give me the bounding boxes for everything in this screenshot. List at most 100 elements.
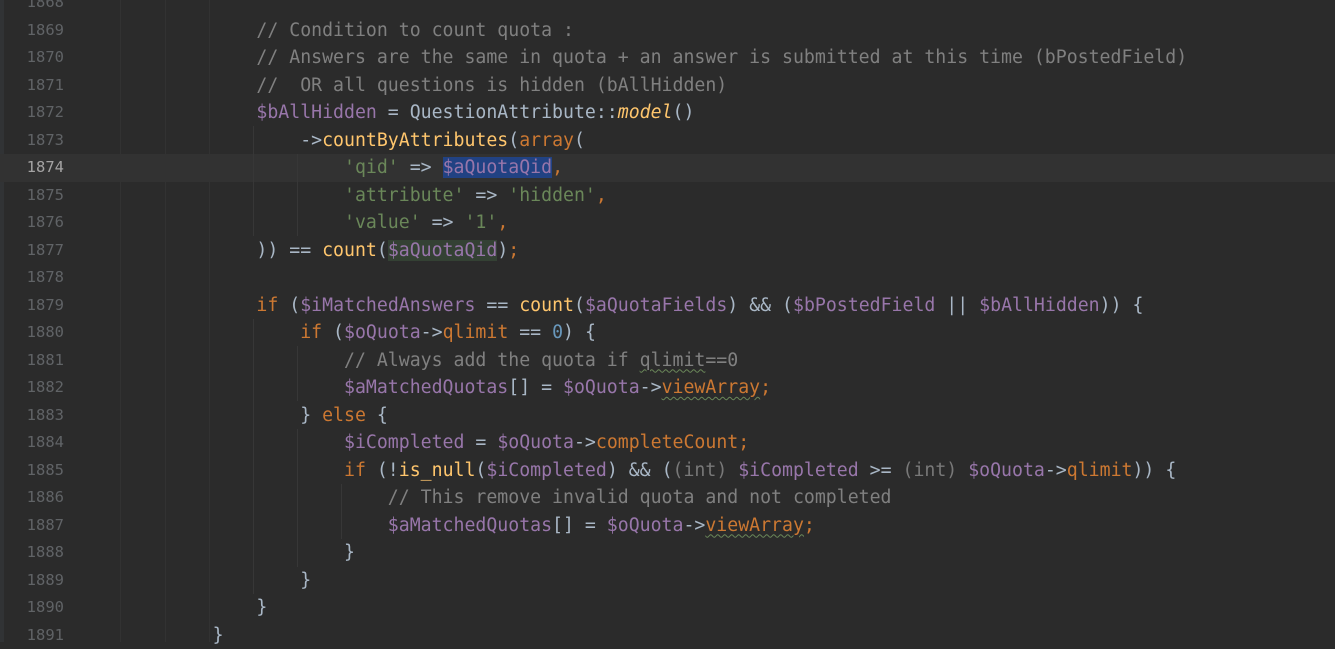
code-line[interactable]: 1876 'value' => '1',: [0, 209, 1335, 237]
line-number[interactable]: 1888: [0, 539, 64, 567]
code-token: $iMatchedAnswers: [300, 295, 475, 316]
code-token: ,: [497, 212, 508, 233]
line-number[interactable]: 1868: [0, 0, 64, 17]
code-line[interactable]: 1874 'qid' => $aQuotaQid,: [0, 154, 1335, 182]
code-token: [] =: [552, 515, 607, 536]
line-code: $aMatchedQuotas[] = $oQuota->viewArray;: [125, 374, 771, 402]
code-line[interactable]: 1875 'attribute' => 'hidden',: [0, 182, 1335, 210]
code-line[interactable]: 1868: [0, 0, 1335, 17]
code-token: completeCount: [596, 432, 738, 453]
code-token: // Condition to count quota :: [256, 20, 574, 41]
code-token: if: [344, 460, 366, 481]
code-line[interactable]: 1885 if (!is_null($iCompleted) && ((int)…: [0, 457, 1335, 485]
code-line[interactable]: 1870 // Answers are the same in quota + …: [0, 44, 1335, 72]
code-line[interactable]: 1869 // Condition to count quota :: [0, 17, 1335, 45]
code-token: (: [508, 130, 519, 151]
code-token: )) {: [1100, 295, 1144, 316]
code-token: countByAttributes: [322, 130, 508, 151]
line-number[interactable]: 1875: [0, 182, 64, 210]
code-line[interactable]: 1879 if ($iMatchedAnswers == count($aQuo…: [0, 292, 1335, 320]
code-token: ->: [683, 515, 705, 536]
code-token: 'value': [344, 212, 421, 233]
code-line[interactable]: 1891 }: [0, 622, 1335, 649]
indent-guide: [297, 154, 298, 236]
line-number[interactable]: 1877: [0, 237, 64, 265]
line-number[interactable]: 1886: [0, 484, 64, 512]
code-line[interactable]: 1877 )) == count($aQuotaQid);: [0, 237, 1335, 265]
code-line[interactable]: 1871 // OR all questions is hidden (bAll…: [0, 72, 1335, 100]
line-number[interactable]: 1882: [0, 374, 64, 402]
line-number[interactable]: 1879: [0, 292, 64, 320]
code-token: viewArray: [705, 515, 804, 536]
line-code: // OR all questions is hidden (bAllHidde…: [125, 72, 727, 100]
code-token: [957, 460, 968, 481]
line-number[interactable]: 1871: [0, 72, 64, 100]
code-token: ->: [574, 432, 596, 453]
line-number[interactable]: 1876: [0, 209, 64, 237]
code-token: ||: [935, 295, 979, 316]
line-code: $iCompleted = $oQuota->completeCount;: [125, 429, 749, 457]
line-number[interactable]: 1884: [0, 429, 64, 457]
code-token: $bAllHidden: [979, 295, 1099, 316]
line-number[interactable]: 1873: [0, 127, 64, 155]
line-code: // This remove invalid quota and not com…: [125, 484, 892, 512]
code-line[interactable]: 1890 }: [0, 594, 1335, 622]
line-code: // Always add the quota if qlimit==0: [125, 347, 738, 375]
code-line[interactable]: 1881 // Always add the quota if qlimit==…: [0, 347, 1335, 375]
code-token: }: [344, 542, 355, 563]
code-token: ->: [300, 130, 322, 151]
line-code: if ($oQuota->qlimit == 0) {: [125, 319, 596, 347]
line-number[interactable]: 1885: [0, 457, 64, 485]
line-number[interactable]: 1872: [0, 99, 64, 127]
code-token: count: [322, 240, 377, 261]
indent-guide: [253, 126, 254, 236]
code-line[interactable]: 1883 } else {: [0, 402, 1335, 430]
code-editor[interactable]: 18681869 // Condition to count quota :18…: [0, 0, 1335, 642]
code-token: ;: [760, 377, 771, 398]
code-line[interactable]: 1878: [0, 264, 1335, 292]
code-line[interactable]: 1887 $aMatchedQuotas[] = $oQuota->viewAr…: [0, 512, 1335, 540]
line-number[interactable]: 1869: [0, 17, 64, 45]
code-token: ;: [738, 432, 749, 453]
code-token: =: [464, 432, 497, 453]
line-number[interactable]: 1880: [0, 319, 64, 347]
line-code: // Condition to count quota :: [125, 17, 574, 45]
line-number[interactable]: 1891: [0, 622, 64, 649]
line-code: )) == count($aQuotaQid);: [125, 237, 519, 265]
code-token: [] =: [508, 377, 563, 398]
line-number[interactable]: 1889: [0, 567, 64, 595]
code-token: 0: [552, 322, 563, 343]
line-code: 'value' => '1',: [125, 209, 508, 237]
code-line[interactable]: 1888 }: [0, 539, 1335, 567]
code-token: $oQuota: [968, 460, 1045, 481]
code-line[interactable]: 1873 ->countByAttributes(array(: [0, 127, 1335, 155]
line-code: // Answers are the same in quota + an an…: [125, 44, 1187, 72]
line-number[interactable]: 1881: [0, 347, 64, 375]
line-number[interactable]: 1878: [0, 264, 64, 292]
code-token: // This remove invalid quota and not com…: [388, 487, 892, 508]
line-number[interactable]: 1870: [0, 44, 64, 72]
line-number[interactable]: 1883: [0, 402, 64, 430]
code-token: ;: [508, 240, 519, 261]
code-token: array: [519, 130, 574, 151]
line-number[interactable]: 1887: [0, 512, 64, 540]
code-line[interactable]: 1886 // This remove invalid quota and no…: [0, 484, 1335, 512]
code-token: $bAllHidden: [256, 102, 376, 123]
code-token: }: [256, 597, 267, 618]
line-code: }: [125, 539, 355, 567]
code-line[interactable]: 1880 if ($oQuota->qlimit == 0) {: [0, 319, 1335, 347]
line-number[interactable]: 1890: [0, 594, 64, 622]
line-code: if (!is_null($iCompleted) && ((int) $iCo…: [125, 457, 1176, 485]
line-code: ->countByAttributes(array(: [125, 127, 585, 155]
line-number[interactable]: 1874: [0, 154, 64, 182]
code-token: 'attribute': [344, 185, 464, 206]
code-line[interactable]: 1872 $bAllHidden = QuestionAttribute::mo…: [0, 99, 1335, 127]
code-token: ;: [804, 515, 815, 536]
line-code: }: [125, 594, 267, 622]
code-line[interactable]: 1884 $iCompleted = $oQuota->completeCoun…: [0, 429, 1335, 457]
code-token: }: [300, 570, 311, 591]
indent-guide: [253, 319, 254, 594]
code-line[interactable]: 1882 $aMatchedQuotas[] = $oQuota->viewAr…: [0, 374, 1335, 402]
code-token: }: [300, 405, 322, 426]
code-line[interactable]: 1889 }: [0, 567, 1335, 595]
